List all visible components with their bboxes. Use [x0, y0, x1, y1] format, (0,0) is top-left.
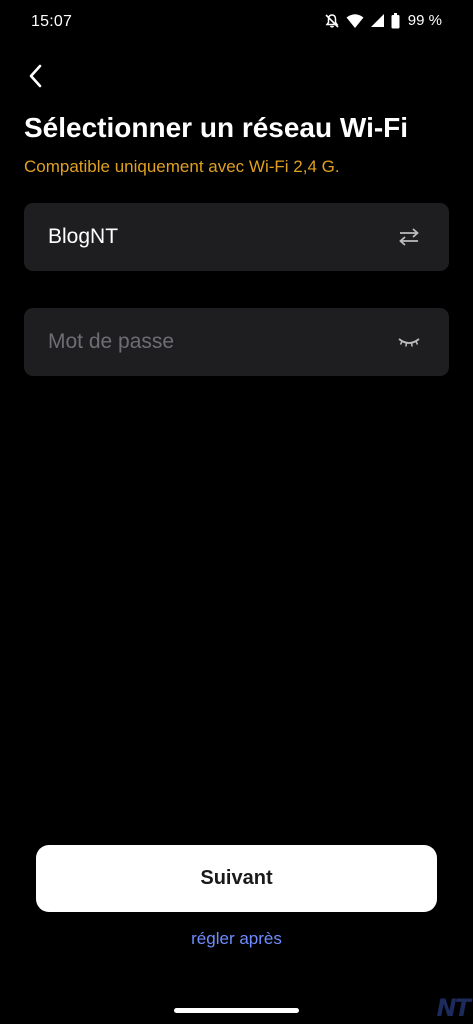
page-subtitle: Compatible uniquement avec Wi-Fi 2,4 G.	[24, 157, 340, 176]
page-title: Sélectionner un réseau Wi-Fi	[24, 112, 409, 143]
chevron-left-icon	[28, 64, 44, 93]
network-name: BlogNT	[48, 225, 119, 248]
wifi-icon	[346, 13, 364, 29]
battery-percent: 99 %	[407, 12, 442, 29]
next-button[interactable]: Suivant	[36, 845, 437, 912]
swap-arrows-icon[interactable]	[397, 225, 421, 249]
network-select-field[interactable]: BlogNT	[24, 203, 449, 271]
back-button[interactable]	[20, 60, 52, 96]
status-icons: 99 %	[324, 12, 442, 29]
password-field[interactable]: Mot de passe	[24, 308, 449, 376]
set-later-link[interactable]: régler après	[0, 929, 473, 949]
home-indicator[interactable]	[174, 1008, 299, 1013]
notifications-off-icon	[324, 13, 340, 29]
watermark-logo: NT	[436, 994, 471, 1022]
eye-closed-icon[interactable]	[397, 330, 421, 354]
battery-icon	[391, 12, 400, 29]
status-bar: 15:07 99 %	[0, 0, 473, 46]
password-placeholder: Mot de passe	[48, 330, 175, 353]
status-time: 15:07	[31, 13, 73, 30]
cellular-signal-icon	[370, 13, 385, 28]
